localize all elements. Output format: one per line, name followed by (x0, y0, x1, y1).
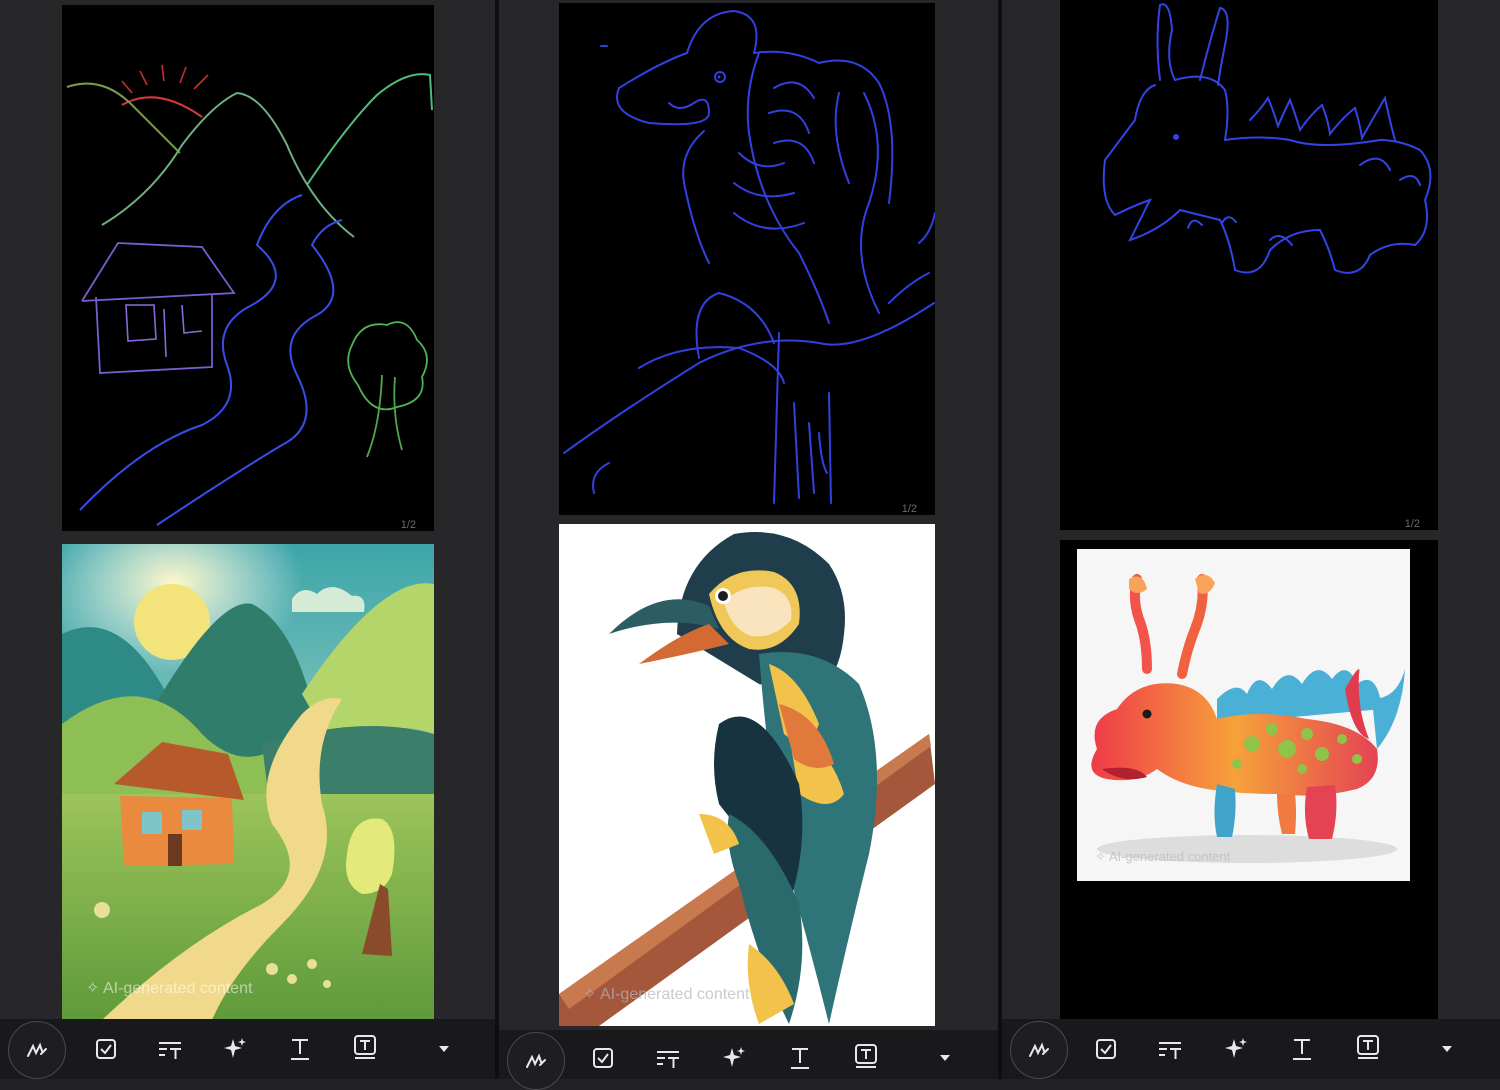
text-box-icon (855, 1044, 877, 1068)
drawing-toolbar (499, 1030, 998, 1090)
drawing-toolbar (1002, 1019, 1500, 1079)
text-box-icon (1357, 1035, 1379, 1059)
ai-assist-button[interactable] (714, 1038, 754, 1078)
page-indicator: 1/2 (1404, 518, 1420, 530)
text-format-button[interactable] (648, 1038, 688, 1078)
text-format-icon (159, 1042, 181, 1059)
sparkle-icon (723, 1047, 745, 1067)
text-format-icon (657, 1051, 679, 1068)
more-tools-button[interactable] (1427, 1029, 1467, 1069)
text-box-button[interactable] (846, 1036, 886, 1076)
checkbox-icon (1096, 1039, 1116, 1059)
text-format-button[interactable] (1150, 1029, 1190, 1069)
ai-generated-label: ✧ AI-generated content (1095, 849, 1231, 864)
ai-generated-label: ✧ AI-generated content (86, 980, 253, 997)
sparkle-icon: ✧ (86, 980, 100, 997)
checklist-button[interactable] (1086, 1029, 1126, 1069)
ai-assist-button[interactable] (215, 1029, 255, 1069)
sparkle-icon: ✧ (583, 986, 597, 1003)
panel-2: 1/2 ✧ AI-generated content (499, 0, 998, 1090)
sparkle-icon: ✧ (1095, 849, 1106, 864)
text-box-button[interactable] (1348, 1027, 1388, 1067)
pen-scribble-icon (1029, 1042, 1049, 1057)
more-tools-button[interactable] (925, 1038, 965, 1078)
page-indicator: 1/2 (901, 503, 917, 515)
drawing-toolbar (0, 1019, 495, 1079)
text-box-button[interactable] (345, 1027, 385, 1067)
ai-assist-button[interactable] (1216, 1029, 1256, 1069)
caret-down-icon (1442, 1046, 1452, 1052)
sparkle-icon (224, 1038, 246, 1058)
checkbox-icon (593, 1048, 613, 1068)
pen-scribble-icon (526, 1053, 546, 1068)
landscape-sketch-drawing (66, 64, 433, 526)
bird-ai-illustration (559, 532, 935, 1026)
ai-generated-image[interactable]: ✧ AI-generated content (559, 524, 935, 1026)
text-underline-icon (791, 1048, 809, 1069)
text-format-button[interactable] (150, 1029, 190, 1069)
text-box-icon (354, 1035, 376, 1059)
landscape-ai-illustration (62, 544, 434, 1020)
ai-generated-image[interactable]: ✧ AI-generated content (1077, 549, 1410, 881)
caret-down-icon (439, 1046, 449, 1052)
more-tools-button[interactable] (424, 1029, 464, 1069)
pen-tool-button[interactable] (8, 1021, 66, 1079)
bird-sketch-drawing (563, 9, 935, 504)
ai-generated-image[interactable]: ✧ AI-generated content (62, 544, 434, 1020)
dragon-sketch-drawing (1102, 3, 1432, 274)
sparkle-icon (1225, 1038, 1247, 1058)
sketch-canvas[interactable]: 1/2 (1060, 0, 1438, 530)
sketch-canvas[interactable]: 1/2 (559, 3, 935, 515)
text-format-icon (1159, 1042, 1181, 1059)
checkbox-icon (96, 1039, 116, 1059)
ai-generated-label: ✧ AI-generated content (583, 986, 750, 1003)
checklist-button[interactable] (583, 1038, 623, 1078)
panel-3: 1/2 ✧ AI-generated content (1002, 0, 1500, 1079)
page-indicator: 1/2 (400, 519, 416, 531)
text-tool-button[interactable] (280, 1029, 320, 1069)
sketch-canvas[interactable]: 1/2 (62, 5, 434, 531)
text-underline-icon (1293, 1039, 1311, 1060)
text-underline-icon (291, 1039, 309, 1060)
checklist-button[interactable] (86, 1029, 126, 1069)
pen-tool-button[interactable] (507, 1032, 565, 1090)
text-tool-button[interactable] (1282, 1029, 1322, 1069)
pen-scribble-icon (27, 1042, 47, 1057)
caret-down-icon (940, 1055, 950, 1061)
dragon-ai-illustration (1091, 574, 1405, 863)
pen-tool-button[interactable] (1010, 1021, 1068, 1079)
text-tool-button[interactable] (780, 1038, 820, 1078)
panel-1: 1/2 ✧ AI-generated content (0, 0, 495, 1079)
